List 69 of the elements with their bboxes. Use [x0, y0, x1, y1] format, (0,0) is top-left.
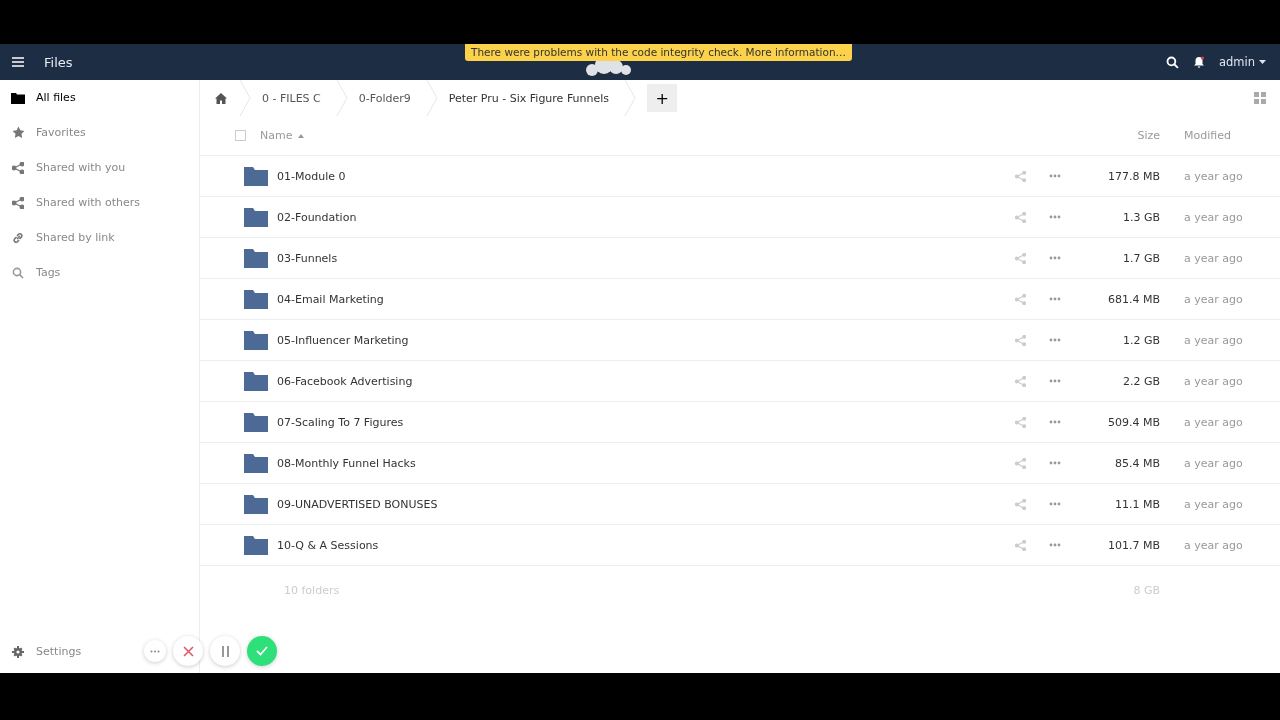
folder-icon[interactable] — [244, 535, 268, 555]
caret-icon — [1259, 60, 1266, 64]
size-cell-text: 177.8 MB — [1106, 169, 1160, 183]
breadcrumb-link[interactable]: Peter Pru - Six Figure Funnels — [442, 91, 620, 105]
modified-cell-text: a year ago — [1184, 456, 1244, 470]
folder-name[interactable]: 02-Foundation — [277, 210, 1005, 224]
size-cell-text: 85.4 MB — [1113, 456, 1160, 470]
size-cell-text: 509.4 MB — [1106, 415, 1160, 429]
modified-cell-text: a year ago — [1184, 374, 1244, 388]
modified-cell-text: a year ago — [1184, 333, 1244, 347]
breadcrumb-link[interactable]: 0 - FILES C — [256, 91, 331, 105]
size-cell-text: 101.7 MB — [1106, 538, 1160, 552]
folder-icon[interactable] — [244, 494, 268, 514]
grid-view-icon[interactable] — [1254, 92, 1266, 104]
new-button[interactable]: + — [647, 84, 678, 112]
user-menu[interactable]: admin — [1218, 55, 1266, 69]
notification-bell-icon[interactable] — [1192, 56, 1205, 68]
folder-icon[interactable] — [244, 330, 268, 350]
app-title[interactable]: Files — [38, 53, 79, 71]
folder-name[interactable]: 01-Module 0 — [277, 169, 1005, 183]
share-icon — [12, 161, 24, 174]
modified-cell-text: a year ago — [1184, 169, 1244, 183]
search-icon[interactable] — [1165, 55, 1179, 69]
size-cell-text: 1.7 GB — [1121, 251, 1160, 265]
share-icon — [12, 196, 24, 209]
search-icon — [12, 266, 24, 279]
sidebar-item[interactable]: Tags — [0, 255, 199, 290]
gear-icon — [12, 645, 24, 658]
folder-name[interactable]: 06-Facebook Advertising — [277, 374, 1005, 388]
size-cell-text: 1.3 GB — [1121, 210, 1160, 224]
size-cell-text: 1.2 GB — [1121, 333, 1160, 347]
folder-name[interactable]: 03-Funnels — [277, 251, 1005, 265]
modified-cell-text: a year ago — [1184, 292, 1244, 306]
modified-cell-text: a year ago — [1184, 497, 1244, 511]
folder-name[interactable]: 07-Scaling To 7 Figures — [277, 415, 1005, 429]
size-cell-text: 11.1 MB — [1113, 497, 1160, 511]
modified-cell-text: a year ago — [1184, 210, 1244, 224]
folder-icon — [11, 91, 25, 104]
size-cell-text: 681.4 MB — [1106, 292, 1160, 306]
folder-icon[interactable] — [244, 248, 268, 268]
folder-name[interactable]: 04-Email Marketing — [277, 292, 1005, 306]
select-all-checkbox[interactable] — [235, 130, 246, 141]
folder-icon[interactable] — [244, 371, 268, 391]
folder-icon[interactable] — [244, 166, 268, 186]
folder-name[interactable]: 08-Monthly Funnel Hacks — [277, 456, 1005, 470]
size-cell-text: 2.2 GB — [1121, 374, 1160, 388]
folder-icon[interactable] — [244, 289, 268, 309]
folder-icon[interactable] — [244, 412, 268, 432]
menu-icon[interactable] — [12, 57, 24, 67]
folder-name[interactable]: 05-Influencer Marketing — [277, 333, 1005, 347]
folder-icon[interactable] — [244, 207, 268, 227]
breadcrumb-link[interactable]: 0-Folder9 — [352, 91, 421, 105]
modified-cell-text: a year ago — [1184, 251, 1244, 265]
modified-cell-text: a year ago — [1184, 538, 1244, 552]
folder-icon[interactable] — [244, 453, 268, 473]
settings-item[interactable]: Settings — [0, 634, 88, 669]
home-icon[interactable] — [215, 92, 227, 104]
sidebar-item[interactable]: Shared with you — [0, 150, 199, 185]
integrity-warning-banner[interactable]: There were problems with the code integrity check. More information… — [465, 44, 853, 61]
sidebar-item[interactable]: Shared by link — [0, 220, 199, 255]
sort-ascending-icon — [298, 133, 305, 138]
modified-cell-text: a year ago — [1184, 415, 1244, 429]
folder-name[interactable]: 09-UNADVERTISED BONUSES — [277, 497, 1005, 511]
sidebar-item[interactable]: Shared with others — [0, 185, 199, 220]
folder-name[interactable]: 10-Q & A Sessions — [277, 538, 1005, 552]
sidebar-item[interactable]: Favorites — [0, 115, 199, 150]
link-icon — [12, 231, 24, 244]
star-icon — [11, 126, 25, 139]
sidebar-item[interactable]: All files — [0, 80, 199, 115]
